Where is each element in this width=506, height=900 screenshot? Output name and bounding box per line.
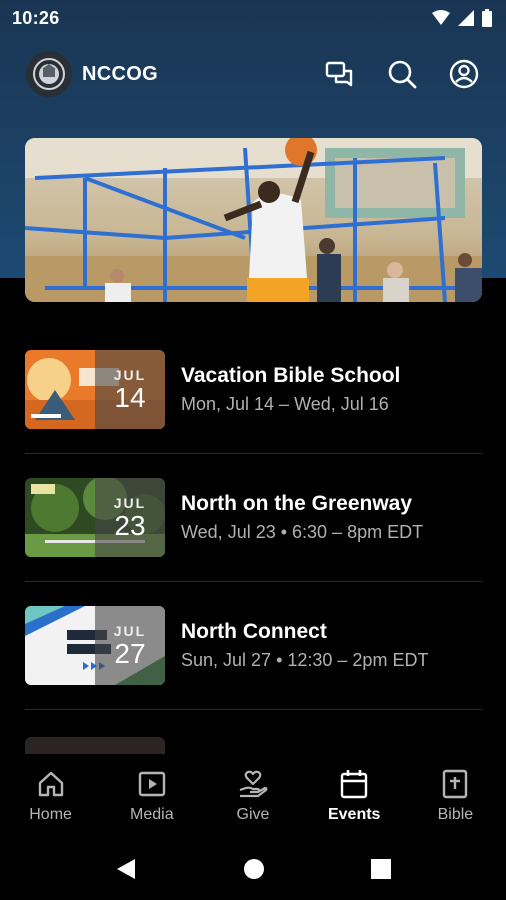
events-list: JUL 14 Vacation Bible School Mon, Jul 14… [25,326,482,710]
system-navigation-bar [0,838,506,900]
chat-bubbles-icon[interactable] [324,58,356,90]
bottom-navigation: Home Media Give Events Bible [0,754,506,838]
list-item[interactable]: JUL 23 North on the Greenway Wed, Jul 23… [25,454,482,582]
back-icon[interactable] [115,857,137,881]
date-badge: JUL 14 [95,350,165,429]
nav-label: Home [29,806,72,823]
home-icon [37,768,65,800]
event-thumbnail: JUL 23 [25,478,165,557]
date-day: 23 [114,509,146,541]
nav-label: Bible [437,806,474,823]
event-time: Sun, Jul 27 • 12:30 – 2pm EDT [181,650,429,670]
recents-icon[interactable] [371,859,391,879]
list-item[interactable]: JUL 27 North Connect Sun, Jul 27 • 12:30… [25,582,482,710]
wifi-icon [432,10,450,25]
app-title: NCCOG [82,62,158,85]
nav-label: Events [327,806,381,823]
nav-bible[interactable]: Bible [405,754,506,838]
cell-signal-icon [458,10,474,26]
date-month: JUL [113,366,147,383]
event-title: North on the Greenway [181,492,413,515]
home-circle-icon[interactable] [243,858,265,880]
nav-label: Media [130,806,174,823]
event-info: North on the Greenway Wed, Jul 23 • 6:30… [181,492,423,543]
battery-icon [482,9,492,27]
date-day: 27 [114,637,146,669]
bible-icon [442,768,468,800]
calendar-icon [340,768,368,800]
give-hand-heart-icon [238,768,268,800]
event-info: Vacation Bible School Mon, Jul 14 – Wed,… [181,364,400,415]
date-day: 14 [114,381,146,413]
account-circle-icon[interactable] [448,58,480,90]
nav-give[interactable]: Give [202,754,303,838]
status-time: 10:26 [12,7,60,28]
list-item[interactable]: JUL 14 Vacation Bible School Mon, Jul 14… [25,326,482,454]
status-bar: 10:26 [0,0,506,36]
event-info: North Connect Sun, Jul 27 • 12:30 – 2pm … [181,620,428,671]
church-seal-logo[interactable] [26,51,72,97]
app-actions [324,58,480,90]
nav-label: Give [236,806,270,823]
nav-media[interactable]: Media [101,754,202,838]
date-badge: JUL 27 [95,606,165,685]
event-time: Wed, Jul 23 • 6:30 – 8pm EDT [181,522,424,542]
date-month: JUL [113,494,147,511]
play-icon [138,768,166,800]
event-time: Mon, Jul 14 – Wed, Jul 16 [181,394,389,414]
app-bar: NCCOG [0,50,506,98]
nav-events[interactable]: Events [304,754,405,838]
hero-banner-image[interactable] [25,138,482,302]
date-badge: JUL 23 [95,478,165,557]
date-month: JUL [113,622,147,639]
search-icon[interactable] [386,58,418,90]
event-title: North Connect [181,620,327,643]
event-title: Vacation Bible School [181,364,401,387]
event-thumbnail: JUL 27 [25,606,165,685]
nav-home[interactable]: Home [0,754,101,838]
status-icons [432,9,492,27]
event-thumbnail: JUL 14 [25,350,165,429]
